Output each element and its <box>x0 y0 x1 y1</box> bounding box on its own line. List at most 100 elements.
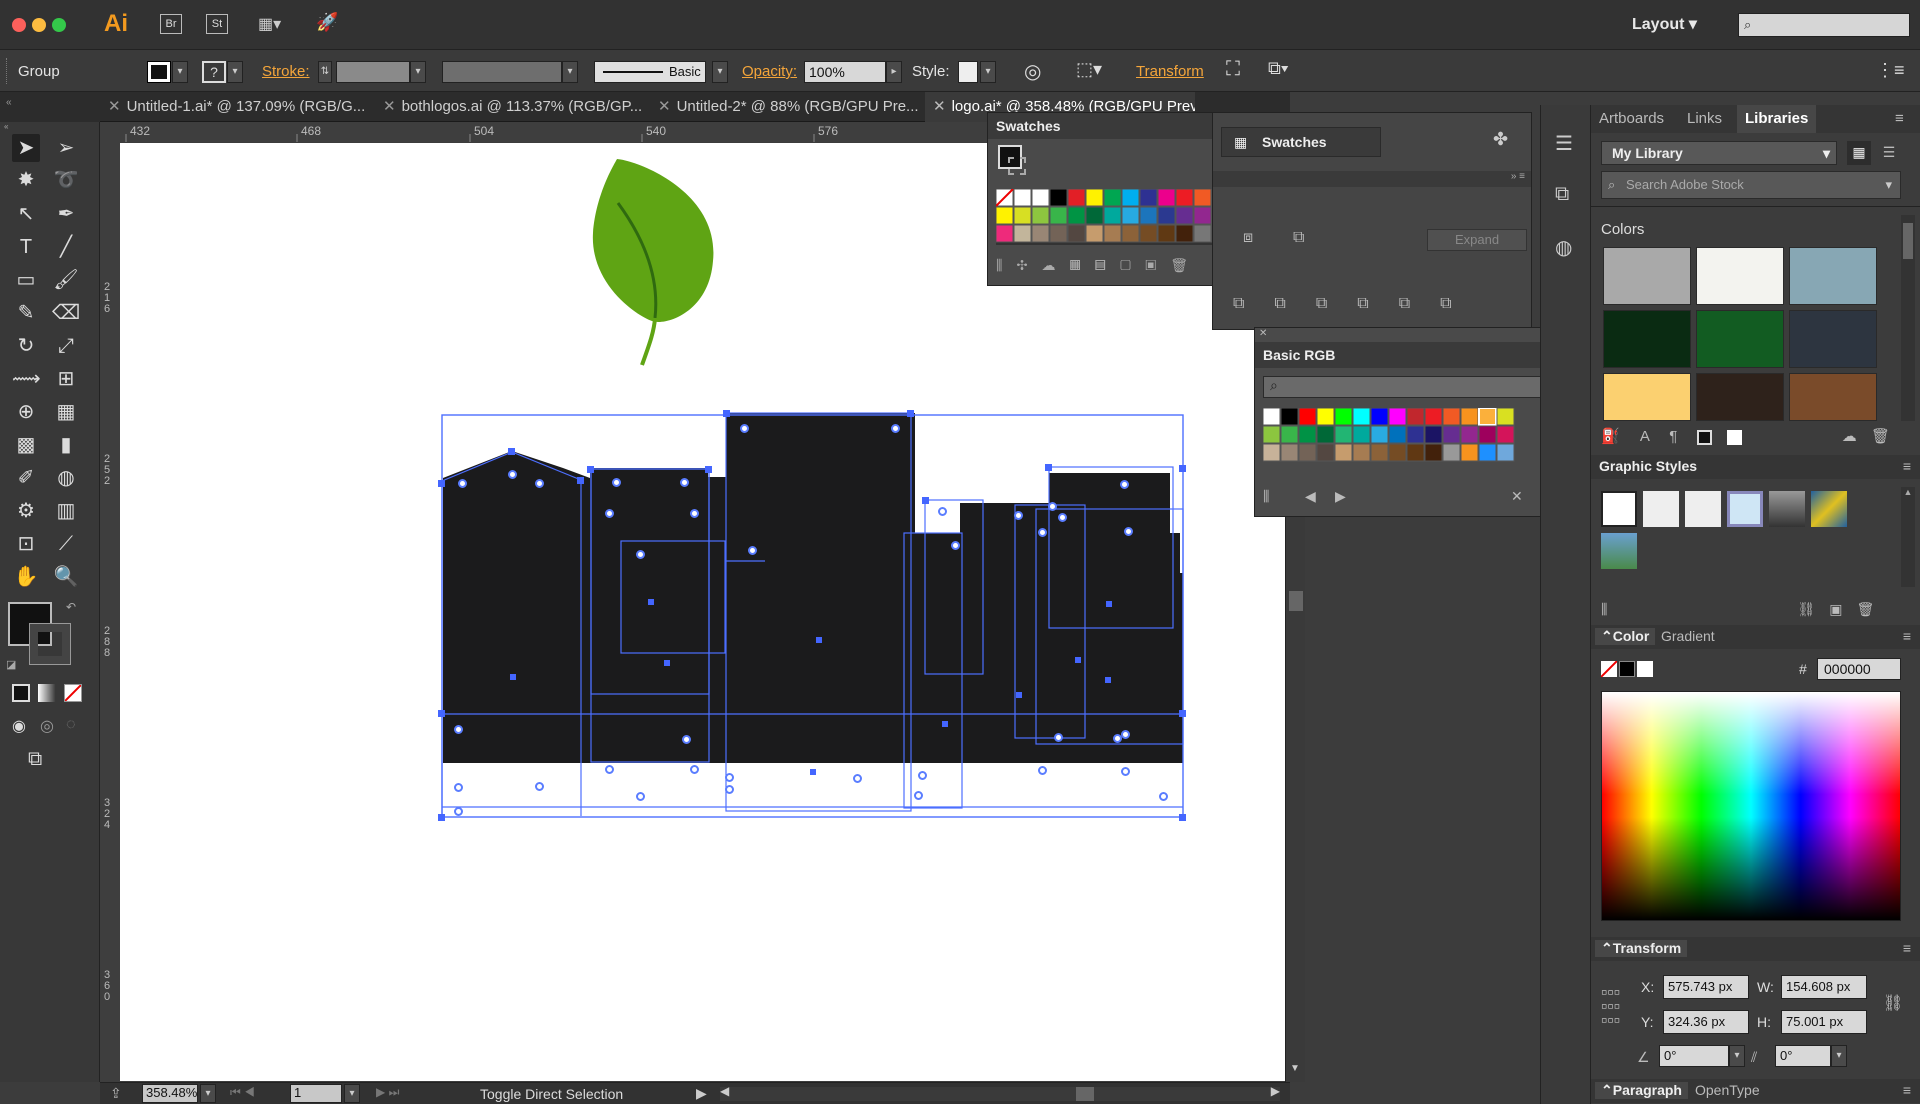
graphic-style-thumb[interactable] <box>1601 533 1637 569</box>
selection-point[interactable] <box>1048 502 1057 511</box>
tab-transform[interactable]: ⌃Transform <box>1595 940 1688 957</box>
x-input[interactable]: 575.743 px <box>1663 975 1749 999</box>
rotate-input[interactable]: 0° <box>1659 1045 1729 1067</box>
column-graph-tool-icon[interactable]: ▥ <box>52 497 80 525</box>
selection-point[interactable] <box>1120 480 1129 489</box>
opacity-input[interactable]: 100% <box>804 61 886 83</box>
rotate-tool-icon[interactable]: ↻ <box>12 332 40 360</box>
zoom-window-button[interactable] <box>52 18 66 32</box>
opacity-dropdown[interactable]: ▸ <box>886 61 902 83</box>
gradient-mode-icon[interactable] <box>38 684 56 702</box>
selection-point[interactable] <box>454 807 463 816</box>
selection-point[interactable] <box>454 725 463 734</box>
magic-wand-tool-icon[interactable]: ✸ <box>12 166 40 194</box>
swatch-search-input[interactable]: ⌕ <box>1263 376 1565 398</box>
select-similar-icon[interactable]: ⧉▾ <box>1268 58 1288 79</box>
selection-point[interactable] <box>891 424 900 433</box>
free-transform-tool-icon[interactable]: ⊞ <box>52 365 80 393</box>
fill-dropdown[interactable]: ▾ <box>172 61 188 83</box>
close-tab-icon[interactable]: ✕ <box>383 98 396 115</box>
anchor-point[interactable] <box>1179 465 1186 472</box>
first-artboard-icon[interactable]: ⏮ ◀ <box>230 1085 255 1100</box>
tab-paragraph[interactable]: ⌃Paragraph <box>1595 1082 1688 1099</box>
graphic-style-thumb[interactable] <box>1769 491 1805 527</box>
selection-point[interactable] <box>508 470 517 479</box>
minimize-window-button[interactable] <box>32 18 46 32</box>
search-help-input[interactable]: ⌕ <box>1738 13 1910 37</box>
stroke-color-dropdown[interactable]: ▾ <box>227 61 243 83</box>
zoom-dropdown[interactable]: ▾ <box>200 1084 216 1103</box>
black-color-chip[interactable] <box>1619 661 1635 677</box>
graphic-styles-scrollbar[interactable]: ▲ <box>1901 487 1915 587</box>
panel-menu-icon[interactable]: ≡ <box>1903 1082 1911 1098</box>
exclude-icon[interactable]: ⧈ <box>1243 229 1253 247</box>
draw-normal-icon[interactable]: ◉ <box>12 716 26 736</box>
library-color-swatch[interactable] <box>1696 373 1784 421</box>
gradient-tool-icon[interactable]: ▮ <box>52 431 80 459</box>
transform-panel-header[interactable]: ⌃Transform ≡ <box>1591 937 1920 961</box>
draw-inside-icon[interactable]: ◌ <box>66 716 76 734</box>
fill-swatch[interactable] <box>147 61 171 83</box>
h-input[interactable]: 75.001 px <box>1781 1010 1867 1034</box>
cloud-sync-icon[interactable]: ☁ <box>1842 428 1857 445</box>
graphic-style-thumb[interactable] <box>1643 491 1679 527</box>
trash-icon[interactable]: 🗑 <box>1871 428 1890 445</box>
graphic-style-swatch[interactable] <box>958 61 978 83</box>
stroke-label[interactable]: Stroke: <box>262 63 310 80</box>
tab-gradient[interactable]: Gradient <box>1661 628 1715 644</box>
break-link-icon[interactable]: ⛓ <box>1797 601 1815 617</box>
direct-selection-tool-icon[interactable]: ➢ <box>52 134 80 162</box>
panel-menu-icon[interactable]: ≡ <box>1903 940 1911 956</box>
selection-point[interactable] <box>535 479 544 488</box>
library-color-swatch[interactable] <box>1789 310 1877 368</box>
tab-libraries[interactable]: Libraries <box>1737 105 1817 133</box>
tools-collapse-icon[interactable]: « <box>4 122 96 131</box>
brush-dropdown[interactable]: ▾ <box>712 61 728 83</box>
scroll-thumb[interactable] <box>1289 591 1303 611</box>
scale-tool-icon[interactable]: ⤢ <box>52 332 80 360</box>
bridge-button[interactable]: Br <box>160 14 182 34</box>
mesh-tool-icon[interactable]: ▩ <box>12 431 40 459</box>
shape-builder-tool-icon[interactable]: ⊕ <box>12 398 40 426</box>
zoom-input[interactable]: 358.48% <box>142 1084 198 1103</box>
close-library-icon[interactable]: ✕ <box>1511 488 1523 505</box>
selection-point[interactable] <box>1121 767 1130 776</box>
selection-point[interactable] <box>1121 730 1130 739</box>
selection-point[interactable] <box>1038 528 1047 537</box>
library-color-swatch[interactable] <box>1789 247 1877 305</box>
basic-rgb-swatch-grid[interactable] <box>1262 407 1555 470</box>
paintbrush-tool-icon[interactable]: 🖌 <box>52 266 80 294</box>
tab-untitled-1[interactable]: ✕ Untitled-1.ai* @ 137.09% (RGB/G... <box>100 92 370 122</box>
reference-point-icon[interactable]: ▫▫▫ ▫▫▫ ▫▫▫ <box>1601 983 1620 1029</box>
selection-point[interactable] <box>725 773 734 782</box>
rectangle-tool-icon[interactable]: ▭ <box>12 266 40 294</box>
selection-point[interactable] <box>1124 527 1133 536</box>
selection-point[interactable] <box>740 424 749 433</box>
stroke-swatch[interactable]: ? <box>202 61 226 83</box>
isolate-group-icon[interactable]: ⛶ <box>1226 58 1240 81</box>
stock-search-input[interactable]: ⌕ Search Adobe Stock ▾ <box>1601 171 1901 199</box>
transform-label[interactable]: Transform <box>1136 63 1204 80</box>
anchor-point[interactable] <box>508 448 515 455</box>
horizontal-scrollbar[interactable]: ◀ ▶ <box>720 1084 1280 1101</box>
pathfinder-icons[interactable]: ⧉⧉⧉⧉⧉⧉ <box>1233 295 1523 313</box>
none-color-icon[interactable] <box>1600 660 1618 678</box>
selection-point[interactable] <box>1058 513 1067 522</box>
intersect-icon[interactable]: ⧉ <box>1293 229 1304 247</box>
opacity-label[interactable]: Opacity: <box>742 63 797 80</box>
perspective-grid-tool-icon[interactable]: ▦ <box>52 398 80 426</box>
stock-button[interactable]: St <box>206 14 228 34</box>
anchor-point[interactable] <box>922 497 929 504</box>
expand-button[interactable]: Expand <box>1427 229 1527 251</box>
selection-point[interactable] <box>690 509 699 518</box>
symbol-sprayer-tool-icon[interactable]: ⚙ <box>12 497 40 525</box>
panel-menu-icon[interactable]: ≡ <box>1903 458 1911 474</box>
line-segment-tool-icon[interactable]: ╱ <box>52 233 80 261</box>
list-view-icon[interactable]: ☰ <box>1877 141 1901 165</box>
hand-tool-icon[interactable]: ✋ <box>12 563 40 591</box>
anchor-point[interactable] <box>438 480 445 487</box>
tab-opentype[interactable]: OpenType <box>1695 1082 1760 1098</box>
anchor-point[interactable] <box>438 710 445 717</box>
stroke-weight-dropdown[interactable]: ▾ <box>410 61 426 83</box>
none-mode-icon[interactable] <box>64 684 82 702</box>
